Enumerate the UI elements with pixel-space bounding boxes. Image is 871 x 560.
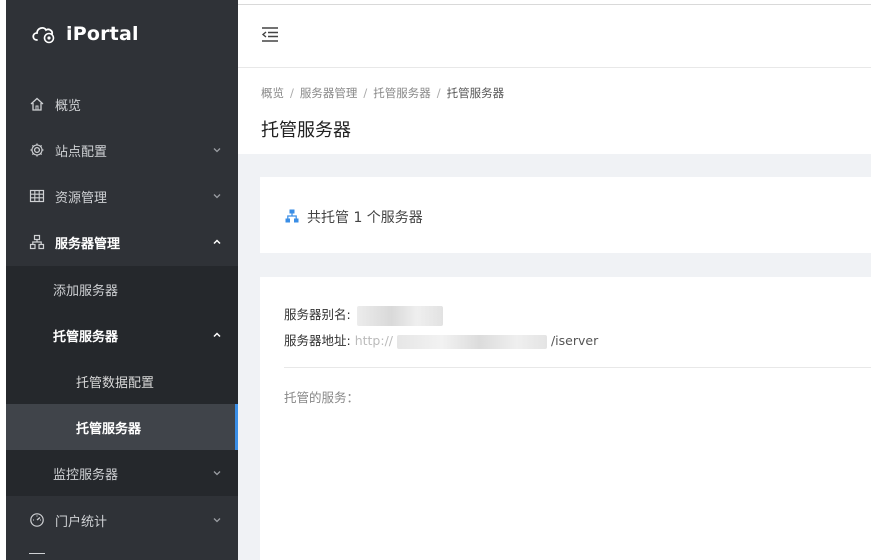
cloud-logo-icon bbox=[32, 26, 55, 44]
server-address-prefix: http:// bbox=[354, 333, 393, 348]
sidebar-subitem-monitor-server[interactable]: 监控服务器 bbox=[6, 450, 238, 496]
gauge-icon bbox=[30, 513, 44, 527]
sidebar-subitem-hosted-server[interactable]: 托管服务器 bbox=[6, 312, 238, 358]
server-address-suffix: /iserver bbox=[550, 333, 599, 348]
sidebar-item-label: 监控服务器 bbox=[53, 467, 119, 483]
chevron-up-icon bbox=[213, 332, 221, 338]
grid-icon bbox=[29, 189, 45, 203]
divider bbox=[284, 367, 871, 368]
sidebar-item-label: 概览 bbox=[55, 98, 82, 114]
sidebar-item-label: 资源管理 bbox=[55, 190, 108, 206]
sidebar-item-label: 托管服务器 bbox=[76, 421, 142, 437]
server-icon bbox=[29, 234, 45, 250]
server-address-label: 服务器地址: bbox=[284, 333, 351, 348]
breadcrumb-item[interactable]: 托管服务器 bbox=[373, 86, 431, 100]
sidebar-subitem-add-server[interactable]: 添加服务器 bbox=[6, 266, 238, 312]
breadcrumb-current: 托管服务器 bbox=[446, 86, 505, 100]
sidebar-item-label: 服务器管理 bbox=[55, 236, 121, 252]
server-submenu: 添加服务器 托管服务器 托管数据配置 托管服务器 监控服务器 bbox=[6, 266, 238, 496]
sidebar-item-server-management[interactable]: 服务器管理 bbox=[6, 219, 238, 265]
hosted-count-text: 共托管 1 个服务器 bbox=[307, 210, 423, 226]
sidebar-item-label: 托管服务器 bbox=[53, 329, 119, 345]
home-icon bbox=[30, 97, 44, 111]
server-address-redacted bbox=[396, 334, 547, 349]
sidebar-subitem-hosted-servers-active[interactable]: 托管服务器 bbox=[6, 404, 238, 450]
sidebar-item-site-config[interactable]: 站点配置 bbox=[6, 127, 238, 173]
sidebar-item-resources[interactable]: 资源管理 bbox=[6, 173, 238, 219]
breadcrumb-item[interactable]: 概览 bbox=[261, 86, 284, 100]
server-address-row: 服务器地址: http:// /iserver bbox=[284, 330, 598, 349]
chevron-down-icon bbox=[213, 194, 221, 199]
sidebar: iPortal 概览 站点配置 资源管理 服务器管理 添加服务器 托管服务器 托… bbox=[6, 0, 238, 560]
server-icon bbox=[285, 209, 299, 223]
sidebar-item-label: 添加服务器 bbox=[53, 283, 119, 299]
gear-icon bbox=[30, 143, 44, 157]
sidebar-item-label: 站点配置 bbox=[55, 144, 108, 160]
server-alias-redacted bbox=[356, 305, 443, 326]
sidebar-item-overview[interactable]: 概览 bbox=[6, 81, 238, 127]
server-alias-label: 服务器别名: bbox=[284, 307, 351, 322]
sidebar-item-label: 门户统计 bbox=[55, 514, 108, 530]
app-logo[interactable]: iPortal bbox=[30, 22, 139, 46]
app-name: iPortal bbox=[66, 23, 139, 45]
sidebar-item-portal-stats[interactable]: 门户统计 bbox=[6, 497, 238, 543]
sidebar-item-label: 托管数据配置 bbox=[76, 375, 155, 391]
active-indicator bbox=[235, 404, 238, 450]
server-detail-card: 服务器别名: 服务器地址: http:// /iserver 托管的服务： bbox=[260, 277, 871, 560]
server-alias-row: 服务器别名: bbox=[284, 304, 443, 326]
top-navbar bbox=[238, 5, 871, 68]
chevron-down-icon bbox=[213, 148, 221, 153]
hosted-services-label: 托管的服务： bbox=[284, 390, 360, 405]
chevron-down-icon bbox=[213, 518, 221, 523]
chevron-down-icon bbox=[213, 471, 221, 476]
chevron-up-icon bbox=[213, 239, 221, 245]
sidebar-subitem-hosted-data-config[interactable]: 托管数据配置 bbox=[6, 358, 238, 404]
breadcrumb: 概览 / 服务器管理 / 托管服务器 / 托管服务器 bbox=[261, 86, 505, 100]
page-title: 托管服务器 bbox=[261, 120, 351, 141]
collapse-menu-icon[interactable] bbox=[260, 24, 280, 44]
summary-card: 共托管 1 个服务器 bbox=[260, 177, 871, 253]
breadcrumb-item[interactable]: 服务器管理 bbox=[300, 86, 358, 100]
page-header: 概览 / 服务器管理 / 托管服务器 / 托管服务器 托管服务器 bbox=[238, 68, 871, 154]
partial-menu-icon bbox=[29, 553, 45, 560]
